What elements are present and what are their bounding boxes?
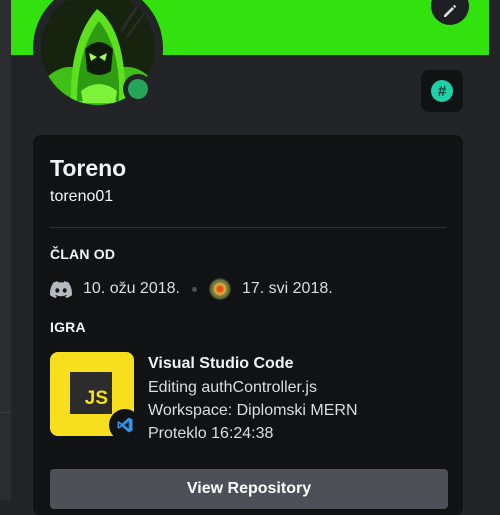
activity-details: Visual Studio Code Editing authControlle… xyxy=(148,352,448,445)
hashtag-icon: # xyxy=(431,80,453,102)
activity-state-line: Workspace: Diplomski MERN xyxy=(148,402,358,419)
discord-join-date: 10. ožu 2018. xyxy=(83,280,180,297)
activity-app-name: Visual Studio Code xyxy=(148,355,294,372)
separator-dot xyxy=(191,286,197,292)
activity-elapsed: Proteklo 16:24:38 xyxy=(148,425,274,442)
status-indicator xyxy=(123,74,153,104)
activity-details-line: Editing authController.js xyxy=(148,379,317,396)
server-join-date: 17. svi 2018. xyxy=(241,280,333,297)
panel-divider xyxy=(0,412,11,413)
badge-button[interactable]: # xyxy=(421,70,463,112)
profile-card: Toreno toreno01 ČLAN OD 10. ožu 2018. 17… xyxy=(33,135,463,515)
member-since-row: 10. ožu 2018. 17. svi 2018. xyxy=(50,277,333,301)
divider xyxy=(50,227,446,228)
username: toreno01 xyxy=(50,188,114,205)
pencil-icon xyxy=(444,5,456,17)
display-name: Toreno xyxy=(50,155,127,181)
server-icon xyxy=(208,278,231,300)
vscode-icon xyxy=(109,409,141,441)
member-since-title: ČLAN OD xyxy=(50,246,116,262)
online-status-dot xyxy=(128,79,148,99)
discord-logo-icon xyxy=(50,280,72,298)
activity-title: IGRA xyxy=(50,319,86,335)
view-repository-button[interactable]: View Repository xyxy=(50,469,448,509)
js-logo: JS xyxy=(70,372,112,414)
vscode-logo-icon xyxy=(117,417,133,433)
background-panel xyxy=(0,0,11,500)
